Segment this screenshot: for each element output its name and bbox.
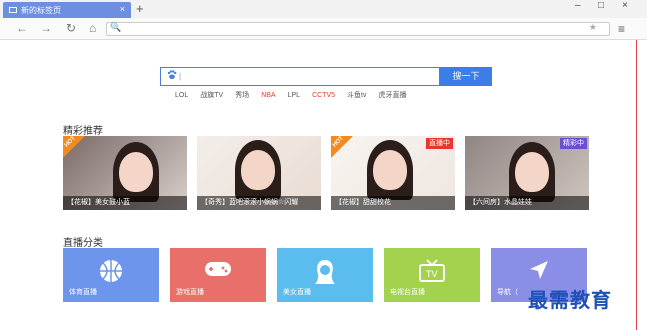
streamer-face: [241, 150, 275, 190]
new-tab-button[interactable]: +: [136, 1, 144, 16]
hot-link[interactable]: 斗鱼tv: [347, 90, 366, 102]
tab-bar: 新的标签页 × + – □ ×: [0, 0, 647, 18]
streamer-face: [515, 152, 549, 192]
maximize-button[interactable]: □: [598, 0, 604, 11]
category-label: 电视台直播: [390, 289, 425, 296]
stream-caption: 【奇秀】蓝吧滚滚小蜗蜗☆闪耀: [197, 196, 321, 210]
stream-card[interactable]: HOT 【花椒】美女鼓小蓝: [63, 136, 187, 210]
category-section-title: 直播分类: [63, 238, 103, 249]
paw-logo-icon: [167, 70, 177, 83]
stream-card[interactable]: 【奇秀】蓝吧滚滚小蜗蜗☆闪耀: [197, 136, 321, 210]
close-window-button[interactable]: ×: [622, 0, 628, 11]
hot-link[interactable]: LOL: [175, 90, 188, 102]
category-label: 美女直播: [283, 289, 311, 296]
menu-button[interactable]: ≡: [618, 22, 625, 36]
streamer-face: [373, 150, 407, 190]
forward-button[interactable]: →: [40, 21, 52, 35]
category-tile-games[interactable]: 游戏直播: [170, 248, 266, 302]
tab-new-tab-page[interactable]: 新的标签页 ×: [3, 2, 131, 18]
hot-link[interactable]: 秀场: [235, 90, 249, 102]
stream-card[interactable]: 精彩中 【六间房】水晶娃娃: [465, 136, 589, 210]
text-caret: |: [179, 72, 182, 81]
hot-link[interactable]: LPL: [288, 90, 300, 102]
search-icon: 🔍: [110, 22, 122, 32]
category-tile-beauty[interactable]: 美女直播: [277, 248, 373, 302]
category-tile-sports[interactable]: 体育直播: [63, 248, 159, 302]
search-button[interactable]: 搜一下: [440, 67, 492, 86]
stream-caption: 【花椒】甜甜校花: [331, 196, 455, 210]
address-bar[interactable]: 🔍 ★: [106, 22, 610, 36]
live-status-badge: 直播中: [426, 138, 453, 149]
tab-title: 新的标签页: [21, 5, 61, 15]
gamepad-icon: [203, 258, 233, 282]
tab-close-icon[interactable]: ×: [120, 4, 125, 14]
category-tile-tv[interactable]: TV 电视台直播: [384, 248, 480, 302]
hot-link[interactable]: CCTV5: [312, 90, 335, 102]
back-button[interactable]: ←: [16, 21, 28, 35]
category-label: 游戏直播: [176, 289, 204, 296]
stream-caption: 【花椒】美女鼓小蓝: [63, 196, 187, 210]
stream-card[interactable]: HOT 直播中 【花椒】甜甜校花: [331, 136, 455, 210]
hot-link[interactable]: 战旗TV: [200, 90, 223, 102]
page-edge-line: [636, 40, 637, 330]
browser-toolbar: ← → ↻ ⌂ 🔍 ★ ≡: [0, 18, 647, 40]
search-input[interactable]: |: [160, 67, 440, 86]
stream-caption: 【六间房】水晶娃娃: [465, 196, 589, 210]
category-label: 体育直播: [69, 289, 97, 296]
hot-link[interactable]: NBA: [261, 90, 275, 102]
live-status-badge: 精彩中: [560, 138, 587, 149]
svg-text:TV: TV: [425, 270, 438, 280]
page-icon: [9, 7, 17, 13]
hot-search-links: LOL 战旗TV 秀场 NBA LPL CCTV5 斗鱼tv 虎牙直播: [175, 90, 418, 102]
minimize-button[interactable]: –: [575, 0, 581, 11]
basketball-icon: [98, 258, 124, 286]
category-label: 导航（: [497, 289, 518, 296]
streamer-face: [119, 152, 153, 192]
tv-icon: TV: [418, 258, 446, 286]
navigation-arrow-icon: [527, 258, 551, 284]
home-button[interactable]: ⌂: [89, 21, 96, 35]
hot-link[interactable]: 虎牙直播: [378, 90, 406, 102]
featured-section-title: 精彩推荐: [63, 126, 103, 137]
woman-icon: [313, 258, 337, 288]
bookmark-star-icon[interactable]: ★: [589, 22, 597, 33]
reload-button[interactable]: ↻: [66, 21, 76, 35]
watermark-text: 最需教育: [528, 288, 612, 312]
